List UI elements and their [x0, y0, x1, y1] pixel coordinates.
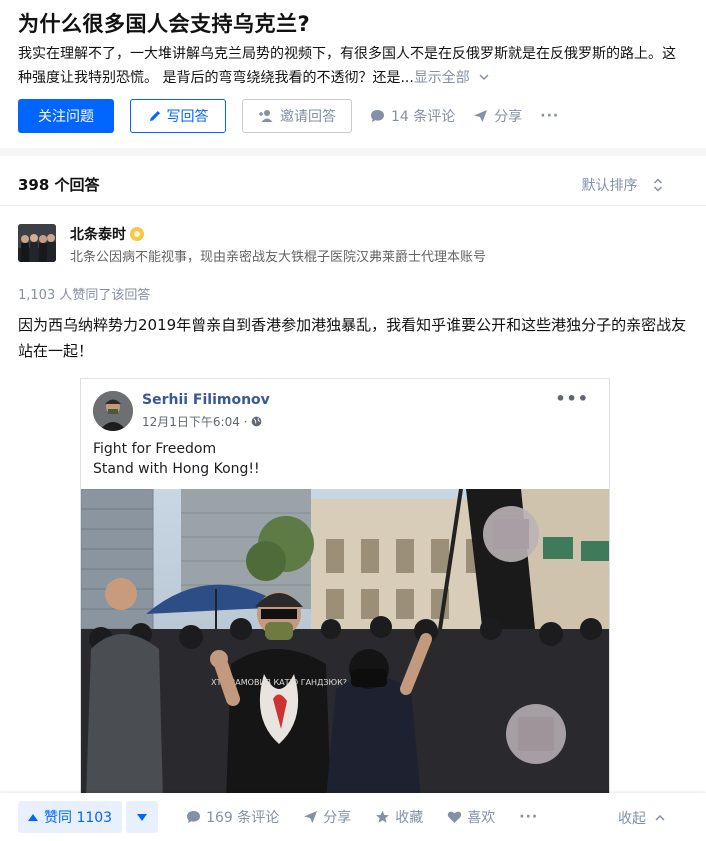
question-comments-button[interactable]: 14 条评论 [370, 106, 455, 126]
comment-icon [371, 110, 384, 122]
write-answer-button[interactable]: 写回答 [130, 99, 226, 133]
question-share-button[interactable]: 分享 [473, 106, 522, 126]
collapse-label: 收起 [618, 811, 646, 827]
star-icon [376, 810, 390, 823]
post-avatar [93, 391, 133, 431]
answer-comments-label: 169 条评论 [206, 810, 280, 826]
arrow-up-icon [28, 813, 38, 821]
creator-badge-icon [130, 227, 144, 241]
globe-icon [251, 416, 262, 427]
embedded-post-image[interactable]: Serhii Filimonov 12月1日下午6:04 · ••• Fight… [80, 378, 610, 798]
upvote-button[interactable]: 赞同 1103 [18, 801, 123, 833]
comment-icon [187, 811, 201, 823]
answers-header: 398 个回答 默认排序 [0, 156, 706, 206]
post-text-line2: Stand with Hong Kong!! [93, 461, 260, 477]
pencil-icon [149, 111, 160, 121]
protest-photo: ХТО ЗАМОВИВ КАТЮ ГАНДЗЮК? [81, 488, 609, 798]
post-text-line1: Fight for Freedom [93, 441, 217, 457]
answer-text: 因为西乌纳粹势力2019年曾亲自到香港参加港独暴乱，我看知乎谁要公开和这些港独分… [18, 316, 687, 360]
question-detail: 我实在理解不了，一大堆讲解乌克兰局势的视频下，有很多国人不是在反俄罗斯就是在反俄… [18, 42, 688, 90]
like-button[interactable]: 喜欢 [447, 807, 495, 827]
upvote-summary: 1,103 人赞同了该回答 [18, 288, 151, 303]
share-icon [474, 110, 488, 122]
post-text: Fight for Freedom Stand with Hong Kong!! [93, 439, 260, 479]
answer-count: 398 个回答 [18, 176, 100, 194]
post-more-icon: ••• [555, 389, 589, 408]
sort-label: 默认排序 [581, 178, 638, 194]
collapse-button[interactable]: 收起 [618, 808, 666, 828]
question-title[interactable]: 为什么很多国人会支持乌克兰? [18, 8, 310, 38]
invite-answer-label: 邀请回答 [280, 109, 336, 125]
question-actions: 关注问题 写回答 邀请回答 14 条评论 分享 ··· [18, 99, 559, 133]
post-timestamp: 12月1日下午6:04 · [142, 413, 262, 430]
answer-comments-button[interactable]: 169 条评论 [186, 807, 279, 827]
downvote-button[interactable] [126, 801, 159, 833]
question-header: 为什么很多国人会支持乌克兰? 我实在理解不了，一大堆讲解乌克兰局势的视频下，有很… [0, 0, 706, 148]
sort-updown-icon [653, 178, 663, 192]
collect-label: 收藏 [395, 810, 424, 826]
post-author-name: Serhii Filimonov [142, 392, 270, 408]
answer-action-bar: 赞同 1103 169 条评论 分享 收藏 喜欢 ··· 收起 [0, 793, 706, 841]
heart-icon [448, 811, 462, 823]
answer-more-button[interactable]: ··· [519, 809, 538, 825]
write-answer-label: 写回答 [166, 109, 209, 125]
arrow-down-icon [137, 813, 148, 821]
invite-answer-button[interactable]: 邀请回答 [242, 99, 352, 133]
author-bio: 北条公因病不能视事，现由亲密战友大铁棍子医院汉弗莱爵士代理本账号 [70, 250, 487, 265]
show-all-link[interactable]: 显示全部 [414, 70, 490, 86]
chevron-up-icon [655, 814, 665, 821]
answer-share-button[interactable]: 分享 [303, 807, 351, 827]
share-icon [304, 811, 318, 823]
question-share-label: 分享 [494, 109, 523, 125]
question-more-button[interactable]: ··· [540, 108, 559, 124]
question-comments-label: 14 条评论 [391, 109, 456, 125]
sort-dropdown[interactable]: 默认排序 [582, 175, 664, 195]
author-avatar[interactable] [18, 224, 56, 262]
upvote-label: 赞同 1103 [44, 810, 113, 826]
answer-share-label: 分享 [323, 810, 352, 826]
like-label: 喜欢 [467, 810, 496, 826]
follow-question-button[interactable]: 关注问题 [18, 99, 114, 133]
author-name[interactable]: 北条泰时 [70, 224, 144, 244]
chevron-down-icon [479, 74, 489, 81]
add-user-icon [259, 110, 273, 122]
collect-button[interactable]: 收藏 [375, 807, 423, 827]
answers-card: 398 个回答 默认排序 北条泰时 北条公因病不能视事，现由亲密战友大铁棍子医院… [0, 156, 706, 841]
question-detail-text: 我实在理解不了，一大堆讲解乌克兰局势的视频下，有很多国人不是在反俄罗斯就是在反俄… [18, 46, 676, 86]
